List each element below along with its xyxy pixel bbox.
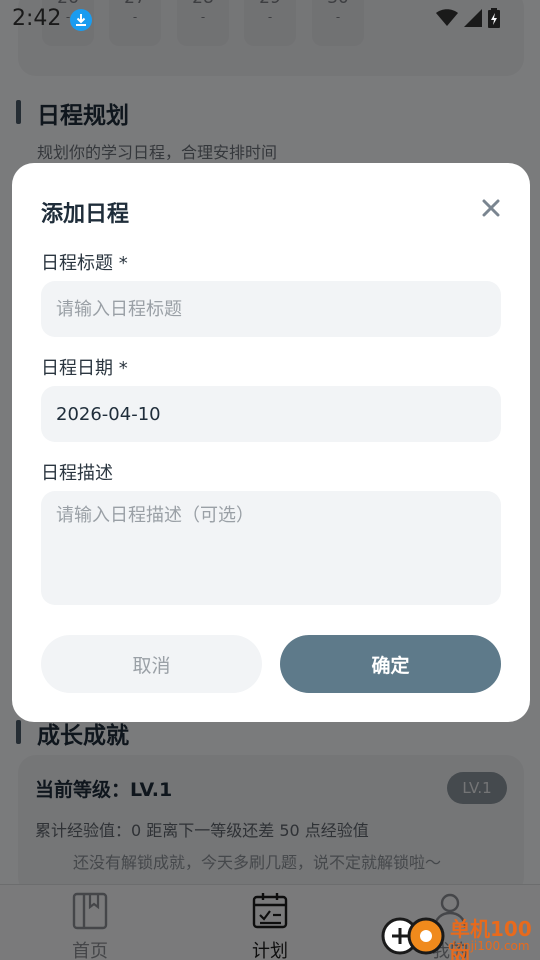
- add-schedule-dialog: 添加日程 日程标题 * 日程日期 * 日程描述 取消 确定: [12, 163, 530, 722]
- watermark-logo-icon: [381, 917, 445, 955]
- watermark-url: danji100.com: [448, 939, 530, 953]
- status-time: 2:42: [12, 6, 62, 31]
- schedule-title-label: 日程标题 *: [41, 253, 128, 274]
- schedule-date-input[interactable]: [41, 386, 501, 442]
- close-button[interactable]: [476, 193, 506, 223]
- close-icon: [482, 199, 500, 217]
- system-icons: [436, 8, 500, 28]
- signal-icon: [464, 9, 482, 27]
- battery-icon: [488, 8, 500, 28]
- site-watermark: 单机100网 danji100.com: [380, 905, 540, 960]
- confirm-button[interactable]: 确定: [280, 635, 501, 693]
- download-icon: [70, 9, 92, 31]
- dialog-title: 添加日程: [41, 202, 130, 227]
- schedule-desc-textarea[interactable]: [41, 491, 501, 605]
- schedule-desc-label: 日程描述: [41, 463, 113, 484]
- wifi-icon: [436, 9, 458, 26]
- cancel-button[interactable]: 取消: [41, 635, 262, 693]
- schedule-date-label: 日程日期 *: [41, 358, 128, 379]
- schedule-title-input[interactable]: [41, 281, 501, 337]
- status-bar: 2:42: [0, 0, 540, 36]
